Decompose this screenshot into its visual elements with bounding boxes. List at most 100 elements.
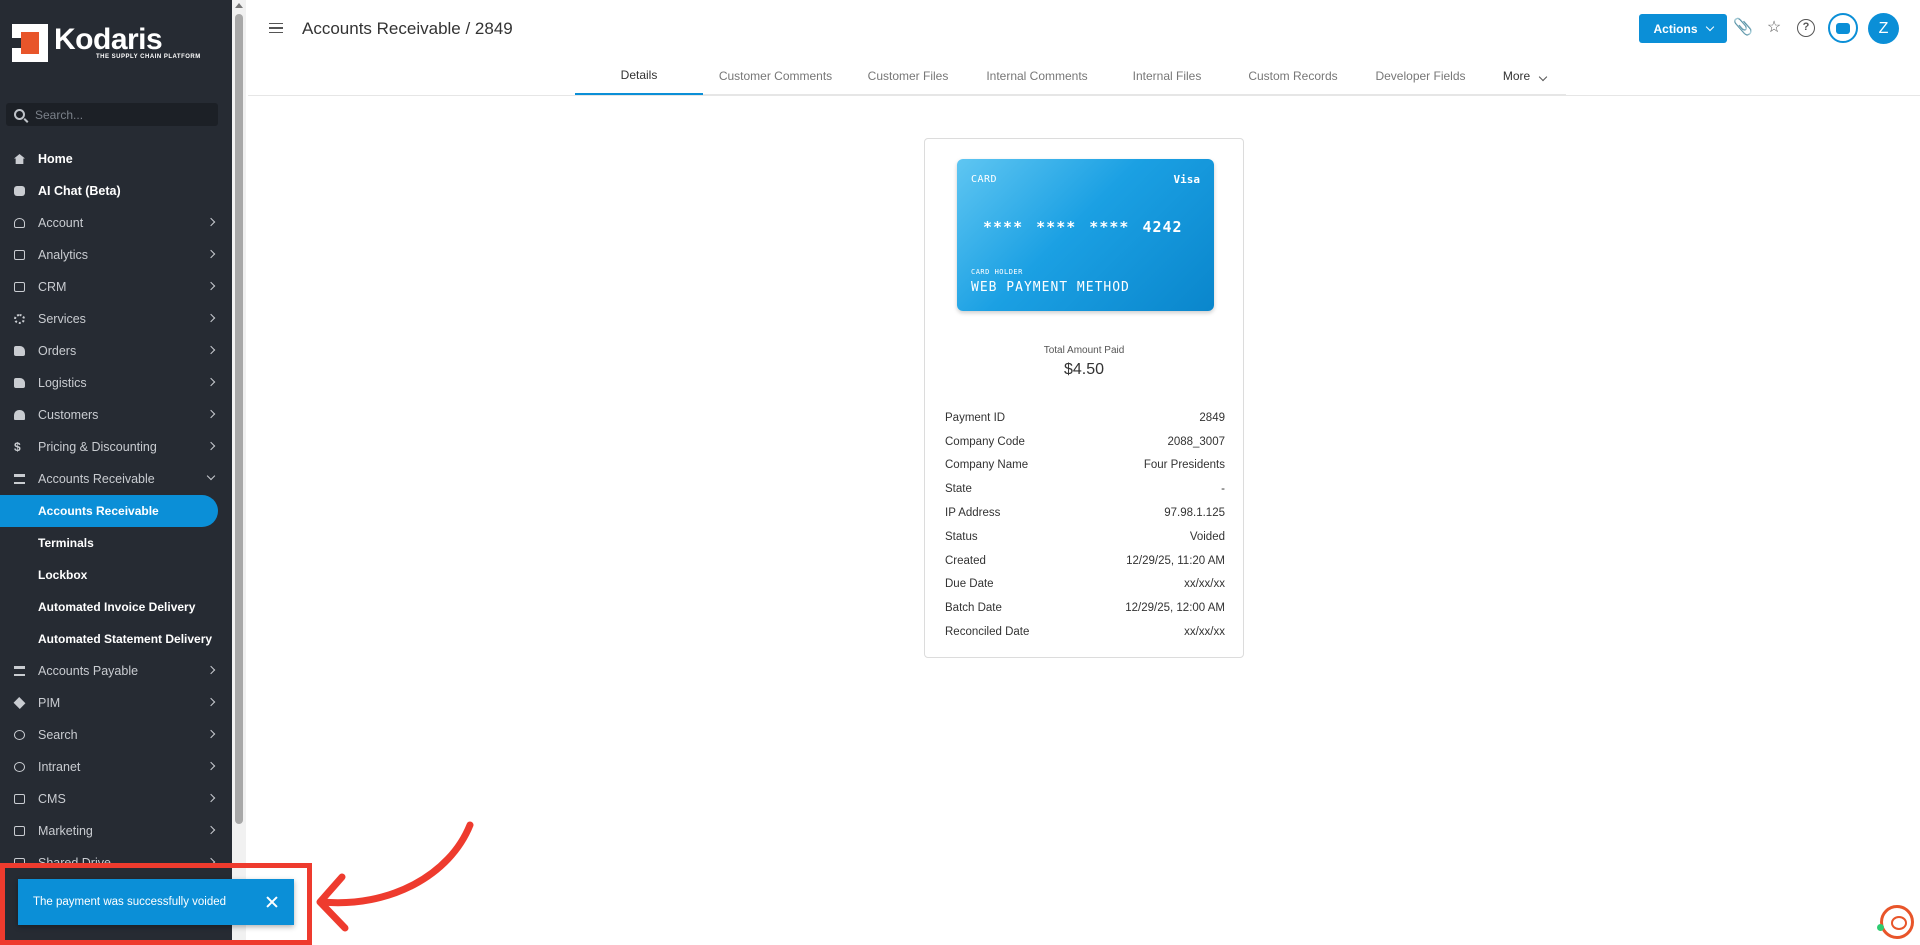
chevron-right-icon (206, 793, 216, 803)
sidebar-item-pim[interactable]: PIM (0, 687, 232, 719)
sidebar-subitem-invoice-delivery[interactable]: Automated Invoice Delivery (0, 591, 232, 623)
ai-assistant-button[interactable] (1828, 13, 1858, 43)
tab-developer-fields[interactable]: Developer Fields (1358, 57, 1483, 95)
sidebar-item-label: Home (38, 152, 73, 166)
sidebar-subitem-lockbox[interactable]: Lockbox (0, 559, 232, 591)
bank-icon (14, 474, 25, 484)
marketing-icon (14, 826, 25, 836)
chevron-right-icon (206, 409, 216, 419)
detail-row: Status Voided (945, 525, 1225, 549)
chat-widget-icon[interactable] (1880, 905, 1914, 939)
detail-row: Created 12/29/25, 11:20 AM (945, 549, 1225, 573)
annotation-arrow-icon (316, 821, 474, 932)
detail-row: Company Name Four Presidents (945, 454, 1225, 478)
paperclip-icon[interactable]: 📎 (1733, 19, 1753, 37)
sidebar-nav: Home AI Chat (Beta) Account Analytics CR… (0, 143, 232, 879)
sidebar-scrollbar[interactable] (232, 0, 246, 945)
sidebar-item-logistics[interactable]: Logistics (0, 367, 232, 399)
sidebar-item-services[interactable]: Services (0, 303, 232, 335)
robot-icon (1836, 22, 1850, 34)
user-icon (14, 218, 25, 228)
sidebar-item-ai-chat[interactable]: AI Chat (Beta) (0, 175, 232, 207)
detail-value: 2849 (1199, 411, 1225, 424)
sidebar-item-account[interactable]: Account (0, 207, 232, 239)
bank-icon (14, 666, 25, 676)
tab-customer-comments[interactable]: Customer Comments (703, 57, 848, 95)
scroll-up-arrow-icon[interactable] (235, 3, 243, 8)
detail-value: xx/xx/xx (1184, 626, 1225, 639)
chevron-right-icon (206, 313, 216, 323)
detail-value: 12/29/25, 12:00 AM (1125, 602, 1225, 615)
sidebar-item-home[interactable]: Home (0, 143, 232, 175)
sidebar-item-customers[interactable]: Customers (0, 399, 232, 431)
sidebar-subitem-statement-delivery[interactable]: Automated Statement Delivery (0, 623, 232, 655)
detail-label: State (945, 483, 972, 496)
search-input[interactable] (35, 107, 205, 122)
total-amount-label: Total Amount Paid (1043, 345, 1125, 356)
sidebar-item-label: Pricing & Discounting (38, 440, 157, 454)
chevron-right-icon (206, 825, 216, 835)
actions-button[interactable]: Actions (1639, 14, 1727, 43)
sidebar-item-cms[interactable]: CMS (0, 783, 232, 815)
sidebar-item-label: Orders (38, 344, 77, 358)
tab-internal-files[interactable]: Internal Files (1106, 57, 1228, 95)
sidebar-item-analytics[interactable]: Analytics (0, 239, 232, 271)
sidebar-subitem-terminals[interactable]: Terminals (0, 527, 232, 559)
detail-value: 12/29/25, 11:20 AM (1126, 554, 1225, 567)
star-icon[interactable]: ☆ (1765, 19, 1783, 37)
sidebar-item-label: AI Chat (Beta) (38, 184, 121, 198)
detail-label: IP Address (945, 507, 1001, 520)
sidebar-item-label: Account (38, 216, 84, 230)
tab-internal-comments[interactable]: Internal Comments (968, 57, 1106, 95)
kodaris-logo[interactable]: Kodaris THE SUPPLY CHAIN PLATFORM (12, 24, 201, 62)
detail-row: Payment ID 2849 (945, 406, 1225, 430)
scroll-thumb[interactable] (235, 14, 243, 824)
search-icon (14, 730, 25, 740)
page-header: Accounts Receivable / 2849 Actions 📎 ☆ ?… (248, 0, 1920, 96)
sidebar-item-marketing[interactable]: Marketing (0, 815, 232, 847)
sidebar-item-crm[interactable]: CRM (0, 271, 232, 303)
total-amount-value: $4.50 (1063, 361, 1105, 378)
payment-details-list: Payment ID 2849 Company Code 2088_3007 Com… (945, 406, 1225, 644)
sidebar-item-orders[interactable]: Orders (0, 335, 232, 367)
detail-label: Company Name (945, 459, 1029, 472)
tab-custom-records[interactable]: Custom Records (1228, 57, 1358, 95)
chevron-down-icon (206, 471, 216, 481)
sidebar-item-label: Customers (38, 408, 99, 422)
detail-value: Four Presidents (1143, 459, 1225, 472)
sidebar-item-pricing[interactable]: $ Pricing & Discounting (0, 431, 232, 463)
detail-label: Due Date (945, 578, 994, 591)
actions-label: Actions (1653, 21, 1698, 36)
detail-label: Reconciled Date (945, 626, 1030, 639)
robot-icon (14, 186, 25, 196)
card-holder: WEB PAYMENT METHOD (971, 280, 1130, 295)
people-icon (14, 410, 25, 420)
detail-row: IP Address 97.98.1.125 (945, 501, 1225, 525)
sidebar-item-accounts-payable[interactable]: Accounts Payable (0, 655, 232, 687)
card-brand: Visa (1173, 173, 1201, 186)
credit-card-visual: CARD Visa **** **** **** 4242 CARD HOLDE… (957, 159, 1214, 311)
detail-label: Batch Date (945, 602, 1002, 615)
sidebar-item-accounts-receivable[interactable]: Accounts Receivable (0, 463, 232, 495)
truck-icon (14, 346, 25, 356)
contact-card-icon (14, 282, 25, 292)
avatar[interactable]: Z (1868, 13, 1899, 44)
detail-row: Company Code 2088_3007 (945, 430, 1225, 454)
chevron-down-icon (1705, 22, 1714, 31)
sidebar-item-search[interactable]: Search (0, 719, 232, 751)
tab-details[interactable]: Details (575, 57, 703, 95)
tab-more[interactable]: More (1483, 57, 1566, 95)
sidebar-item-intranet[interactable]: Intranet (0, 751, 232, 783)
help-icon[interactable]: ? (1797, 19, 1815, 37)
tab-customer-files[interactable]: Customer Files (848, 57, 968, 95)
sidebar-subitem-accounts-receivable[interactable]: Accounts Receivable (0, 495, 218, 527)
tab-more-label: More (1502, 69, 1531, 83)
sidebar-item-label: Intranet (38, 760, 81, 774)
chevron-right-icon (206, 729, 216, 739)
services-icon (14, 314, 25, 324)
close-icon[interactable] (266, 896, 278, 908)
page-title: Accounts Receivable / 2849 (302, 19, 513, 38)
detail-row: State - (945, 477, 1225, 501)
sidebar-item-label: Accounts Payable (38, 664, 139, 678)
menu-icon[interactable] (269, 23, 283, 33)
